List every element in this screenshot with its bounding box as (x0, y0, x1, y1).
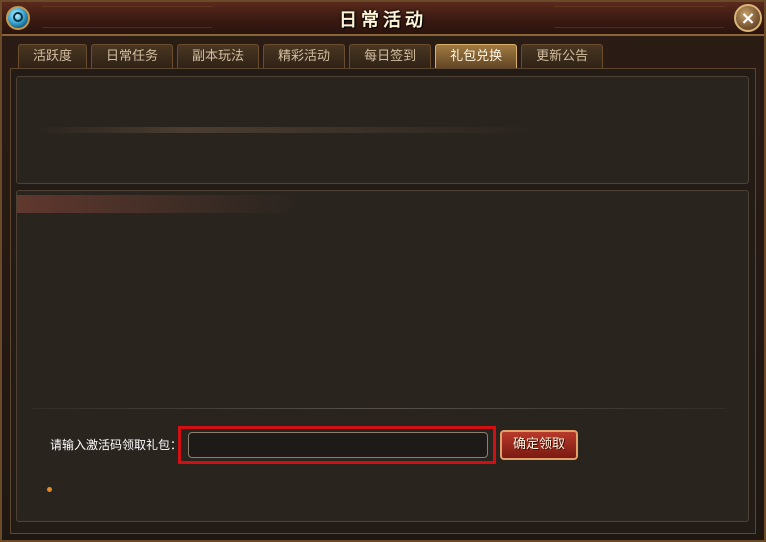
divider (32, 408, 726, 409)
tab-dungeon[interactable]: 副本玩法 (177, 44, 260, 70)
bullet-dot-icon (47, 487, 52, 492)
tab-gift-redeem[interactable]: 礼包兑换 (435, 44, 518, 70)
tab-daily-tasks[interactable]: 日常任务 (91, 44, 174, 70)
redeem-panel (16, 190, 749, 522)
info-panel (16, 76, 749, 184)
tab-events[interactable]: 精彩活动 (263, 44, 346, 70)
tab-activity[interactable]: 活跃度 (18, 44, 88, 70)
redeem-code-label: 请输入激活码领取礼包： (50, 438, 183, 452)
activation-code-input[interactable] (188, 432, 488, 458)
confirm-redeem-button[interactable]: 确定领取 (500, 430, 578, 460)
window-title: 日常活动 (339, 10, 427, 31)
panel-decoration (37, 127, 537, 133)
tab-bar: 活跃度 日常任务 副本玩法 精彩活动 每日签到 礼包兑换 更新公告 (18, 44, 607, 70)
panel-header-glow (17, 195, 297, 213)
tab-daily-checkin[interactable]: 每日签到 (349, 44, 432, 70)
close-button[interactable]: × (734, 4, 762, 32)
tab-update-notes[interactable]: 更新公告 (521, 44, 604, 70)
title-bar: 日常活动 × (2, 2, 764, 36)
